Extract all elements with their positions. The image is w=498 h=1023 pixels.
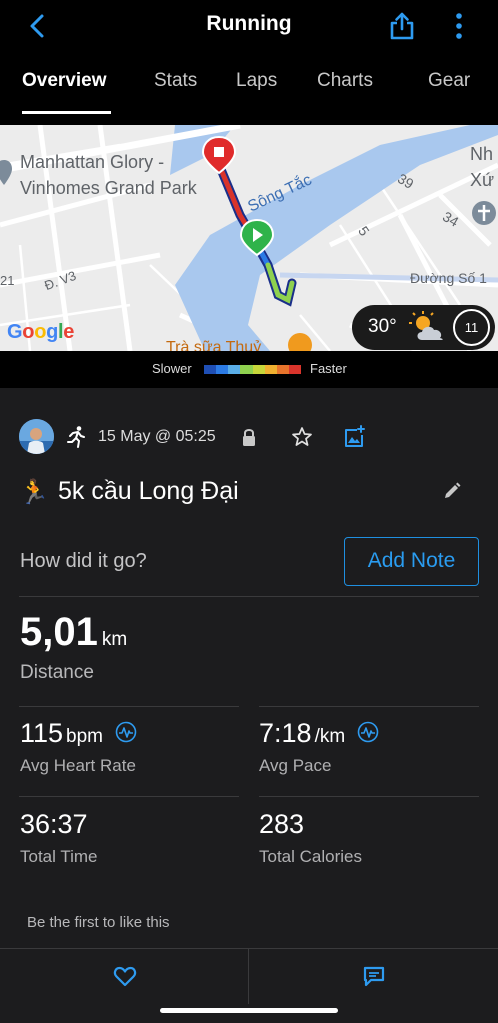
activity-name: 5k cầu Long Đại — [58, 477, 239, 505]
legend-color-segment — [276, 365, 289, 374]
heart-rate-label: Avg Heart Rate — [20, 756, 136, 775]
total-time-value: 36:37 — [20, 809, 88, 839]
legend-color-segment — [228, 365, 241, 374]
feedback-question: How did it go? — [20, 550, 147, 572]
avatar[interactable] — [19, 419, 54, 454]
weather-badge[interactable]: 30° 11 — [352, 305, 495, 350]
divider — [259, 706, 479, 707]
tab-stats[interactable]: Stats — [154, 70, 197, 92]
action-bar — [0, 948, 498, 1004]
heart-rate-monitor-icon[interactable] — [115, 721, 137, 743]
map-label-place-2: Vinhomes Grand Park — [20, 178, 197, 198]
weather-temperature: 30° — [368, 316, 397, 337]
like-prompt: Be the first to like this — [27, 914, 170, 931]
map-label-shop: Trà sữa Thuỷ — [166, 339, 262, 351]
activity-type-emoji: 🏃 — [19, 479, 49, 506]
star-icon[interactable] — [291, 426, 313, 448]
home-indicator[interactable] — [160, 1008, 338, 1013]
activity-date: 15 May @ 05:25 — [98, 428, 216, 445]
lock-icon[interactable] — [241, 428, 257, 447]
tab-gear[interactable]: Gear — [428, 70, 470, 92]
tab-laps[interactable]: Laps — [236, 70, 277, 92]
divider — [19, 796, 239, 797]
distance-value: 5,01 km — [20, 610, 128, 654]
heart-rate-value: 115 bpm — [20, 718, 104, 748]
activity-panel: 15 May @ 05:25 🏃 5k cầu Long Đại How did… — [0, 388, 498, 1023]
divider — [19, 706, 239, 707]
add-photo-icon[interactable] — [343, 424, 367, 448]
legend-color-segment — [204, 365, 217, 374]
pace-label: Avg Pace — [259, 756, 332, 775]
legend-color-segment — [288, 365, 301, 374]
route-map[interactable]: Manhattan Glory - Vinhomes Grand Park Sô… — [0, 125, 498, 351]
pace-monitor-icon[interactable] — [357, 721, 379, 743]
pace-value: 7:18/km — [259, 718, 346, 748]
map-label-area: Nh — [470, 144, 494, 164]
legend-slower-label: Slower — [152, 361, 192, 376]
legend-color-segment — [252, 365, 265, 374]
add-note-button[interactable]: Add Note — [344, 537, 479, 586]
top-bar: Running Overview Stats Laps Charts Gear — [0, 0, 498, 115]
distance-label: Distance — [20, 662, 94, 683]
legend-color-segment — [216, 365, 229, 374]
share-icon[interactable] — [389, 12, 415, 40]
pace-gradient-bar — [204, 365, 301, 374]
tab-charts[interactable]: Charts — [317, 70, 373, 92]
legend-color-segment — [264, 365, 277, 374]
calories-label: Total Calories — [259, 847, 362, 866]
divider — [259, 796, 479, 797]
map-label-road: Đường Số 1 — [410, 270, 487, 286]
comment-icon[interactable] — [363, 965, 385, 987]
tab-overview[interactable]: Overview — [22, 70, 107, 92]
tab-bar: Overview Stats Laps Charts Gear — [0, 70, 498, 100]
google-attribution: Google — [7, 321, 75, 343]
edit-pencil-icon[interactable] — [443, 482, 461, 500]
active-tab-indicator — [22, 111, 111, 114]
running-icon — [67, 426, 85, 448]
more-options-icon[interactable] — [450, 12, 468, 40]
page-title: Running — [206, 12, 292, 35]
map-label-area-2: Xứ — [470, 170, 495, 190]
calories-value: 283 — [259, 809, 305, 839]
action-separator — [248, 949, 249, 1004]
divider — [19, 596, 479, 597]
like-heart-icon[interactable] — [113, 965, 137, 987]
time-badge: 11 — [453, 309, 490, 346]
partly-cloudy-icon — [409, 311, 443, 340]
map-label-place: Manhattan Glory - — [20, 152, 165, 172]
map-label-road: 21 — [0, 273, 15, 288]
legend-color-segment — [240, 365, 253, 374]
legend-faster-label: Faster — [310, 361, 347, 376]
pace-legend: Slower Faster — [0, 351, 498, 388]
total-time-label: Total Time — [20, 847, 98, 866]
